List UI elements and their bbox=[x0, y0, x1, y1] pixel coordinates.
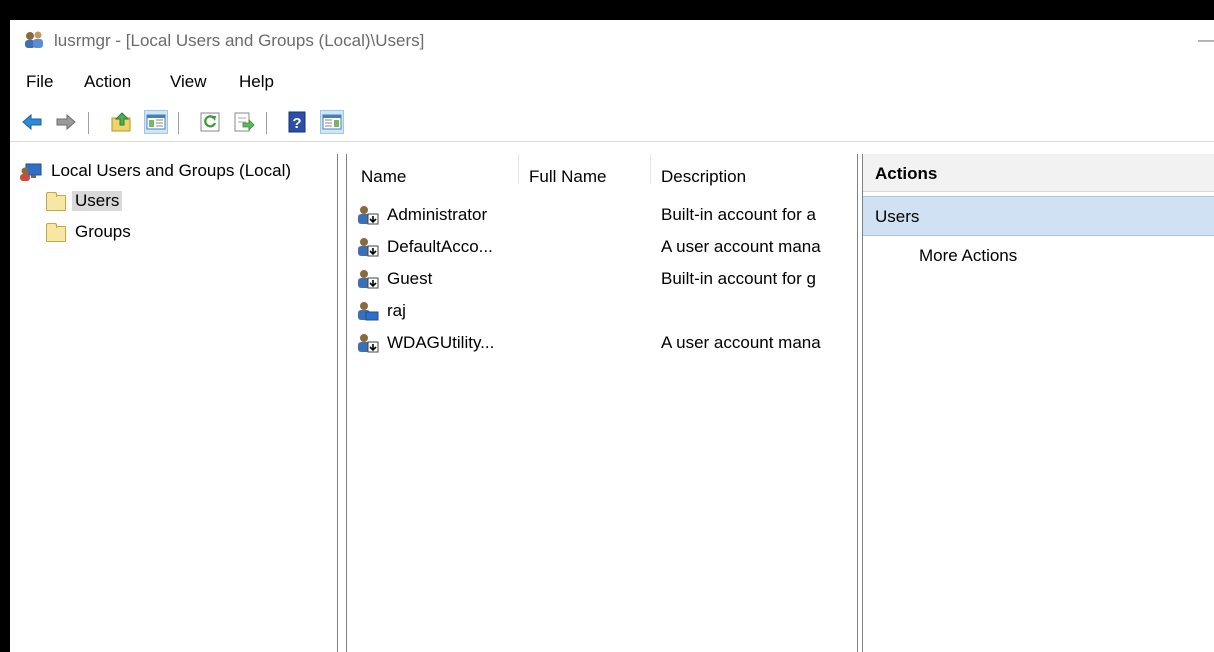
forward-icon[interactable] bbox=[54, 110, 78, 134]
user-icon bbox=[358, 206, 379, 225]
refresh-icon[interactable] bbox=[198, 110, 222, 134]
column-header-description-label: Description bbox=[661, 167, 747, 186]
user-name: Guest bbox=[387, 269, 433, 288]
table-row[interactable]: DefaultAcco... A user account mana bbox=[347, 232, 857, 264]
table-row[interactable]: raj bbox=[347, 296, 857, 328]
tree-item-groups-label: Groups bbox=[75, 222, 131, 241]
results-list-pane: Name Full Name Description Administrator… bbox=[346, 154, 858, 652]
tree-item-groups[interactable]: Groups bbox=[44, 221, 244, 247]
title-bar: lusrmgr - [Local Users and Groups (Local… bbox=[10, 20, 1214, 64]
user-description: A user account mana bbox=[661, 237, 821, 256]
actions-section-users[interactable]: Users bbox=[863, 196, 1214, 236]
menu-action[interactable]: Action bbox=[84, 72, 131, 92]
user-icon bbox=[358, 334, 379, 353]
column-header-description[interactable]: Description bbox=[651, 154, 857, 198]
user-name: DefaultAcco... bbox=[387, 237, 493, 256]
more-actions-link[interactable]: More Actions bbox=[919, 246, 1017, 266]
menu-bar: File Action View Help bbox=[10, 70, 1214, 100]
up-folder-icon[interactable] bbox=[110, 110, 134, 134]
actions-pane: Actions Users More Actions bbox=[862, 154, 1214, 652]
toolbar-separator bbox=[266, 112, 267, 134]
show-hide-tree-icon bbox=[146, 114, 166, 130]
help-icon[interactable]: ? bbox=[286, 110, 310, 134]
column-header-full-name[interactable]: Full Name bbox=[519, 154, 649, 198]
folder-icon bbox=[46, 192, 66, 211]
actions-header: Actions bbox=[863, 154, 1214, 192]
toolbar-separator bbox=[88, 112, 89, 134]
back-icon[interactable] bbox=[20, 110, 44, 134]
console-tree-pane: Local Users and Groups (Local) Users Gro… bbox=[10, 154, 338, 652]
menu-view[interactable]: View bbox=[170, 72, 207, 92]
user-icon bbox=[358, 270, 379, 289]
tree-item-root-label: Local Users and Groups (Local) bbox=[51, 161, 292, 180]
user-description: A user account mana bbox=[661, 333, 821, 352]
folder-icon bbox=[46, 223, 66, 242]
window-frame: lusrmgr - [Local Users and Groups (Local… bbox=[0, 0, 1214, 652]
show-hide-tree-button[interactable] bbox=[144, 110, 168, 134]
user-icon bbox=[358, 302, 379, 321]
actions-header-label: Actions bbox=[875, 164, 938, 183]
tree-item-users-label: Users bbox=[72, 191, 123, 211]
column-header-full-name-label: Full Name bbox=[529, 167, 607, 186]
tree-item-root[interactable]: Local Users and Groups (Local) bbox=[20, 160, 336, 186]
computer-users-icon bbox=[20, 163, 42, 181]
column-header-name-label: Name bbox=[361, 167, 407, 186]
column-header-name[interactable]: Name bbox=[347, 154, 518, 198]
menu-file[interactable]: File bbox=[26, 72, 53, 92]
toolbar: ? bbox=[10, 106, 1214, 142]
user-name: Administrator bbox=[387, 205, 488, 224]
export-list-icon[interactable] bbox=[232, 110, 256, 134]
user-description: Built-in account for a bbox=[661, 205, 816, 224]
user-name: raj bbox=[387, 301, 406, 320]
window-title: lusrmgr - [Local Users and Groups (Local… bbox=[54, 31, 425, 50]
user-icon bbox=[358, 238, 379, 257]
user-description: Built-in account for g bbox=[661, 269, 816, 288]
minimize-button[interactable]: — bbox=[1198, 32, 1214, 50]
show-hide-action-pane-button[interactable] bbox=[320, 110, 344, 134]
toolbar-separator bbox=[178, 112, 179, 134]
tree-item-users[interactable]: Users bbox=[44, 190, 244, 216]
app-window: lusrmgr - [Local Users and Groups (Local… bbox=[10, 20, 1214, 652]
user-name: WDAGUtility... bbox=[387, 333, 495, 352]
table-row[interactable]: Guest Built-in account for g bbox=[347, 264, 857, 296]
app-users-icon bbox=[25, 31, 43, 48]
table-row[interactable]: WDAGUtility... A user account mana bbox=[347, 328, 857, 360]
show-hide-action-pane-icon bbox=[322, 114, 342, 130]
actions-section-label: Users bbox=[875, 207, 920, 226]
menu-help[interactable]: Help bbox=[239, 72, 274, 92]
svg-text:?: ? bbox=[292, 115, 301, 132]
table-row[interactable]: Administrator Built-in account for a bbox=[347, 200, 857, 232]
